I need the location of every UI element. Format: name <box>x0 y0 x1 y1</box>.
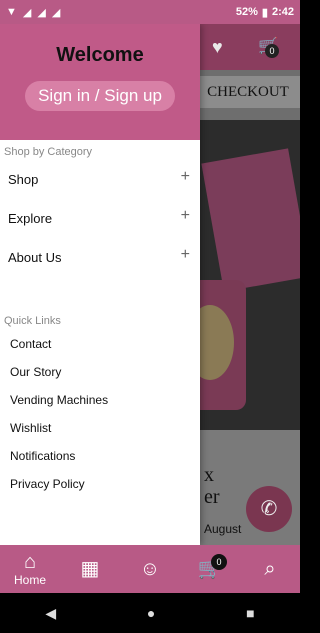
battery-text: 52% <box>235 6 258 18</box>
home-circle-icon[interactable]: ● <box>147 605 155 621</box>
tab-home-label: Home <box>13 573 46 587</box>
quick-link-privacy-policy[interactable]: Privacy Policy <box>0 471 200 499</box>
status-icons: ▼ ◢ ◢ ◢ <box>6 6 60 19</box>
tab-catalog[interactable]: ▦ <box>65 558 115 580</box>
background-title: x er <box>204 464 220 508</box>
category-label: About Us <box>8 250 62 265</box>
category-label: Shop <box>8 172 39 187</box>
category-about-us[interactable]: About Us + <box>0 236 200 275</box>
bottom-tab-bar: ⌂ Home ▦ ☺ 🛒 0 ⌕ <box>0 545 300 593</box>
drawer-header: Welcome Sign in / Sign up <box>0 24 200 140</box>
category-label: Explore <box>8 211 53 226</box>
recents-icon[interactable]: ■ <box>246 605 254 621</box>
cart-count-badge: 0 <box>265 44 279 58</box>
category-explore[interactable]: Explore + <box>0 197 200 236</box>
welcome-title: Welcome <box>56 44 144 66</box>
category-shop[interactable]: Shop + <box>0 158 200 197</box>
back-icon[interactable]: ◀ <box>45 605 56 622</box>
signal-icon-2: ◢ <box>37 6 46 19</box>
plus-icon[interactable]: + <box>181 246 190 264</box>
status-right: 52% ▮ 2:42 <box>236 6 294 19</box>
quick-link-notifications[interactable]: Notifications <box>0 443 200 471</box>
whatsapp-button[interactable]: ✆ <box>246 486 292 532</box>
whatsapp-icon: ✆ <box>260 498 278 520</box>
cart-icon: 🛒 <box>197 558 223 580</box>
background-date: August <box>204 522 242 536</box>
navigation-drawer: Welcome Sign in / Sign up Shop by Catego… <box>0 24 200 545</box>
background-title-line2: er <box>204 486 220 508</box>
system-nav-bar: ◀ ● ■ <box>0 593 300 633</box>
signal-icon: ◢ <box>22 6 32 19</box>
search-icon: ⌕ <box>264 558 276 580</box>
user-icon: ☺ <box>139 558 161 580</box>
checkout-button[interactable]: CHECKOUT <box>196 76 300 108</box>
shop-by-category-label: Shop by Category <box>4 146 93 158</box>
status-bar: ▼ ◢ ◢ ◢ 52% ▮ 2:42 <box>0 0 300 24</box>
quick-links-label: Quick Links <box>4 315 61 327</box>
time-text: 2:42 <box>271 6 294 18</box>
quick-link-contact[interactable]: Contact <box>0 331 200 359</box>
tab-account[interactable]: ☺ <box>125 558 175 580</box>
catalog-icon: ▦ <box>80 558 100 580</box>
tab-search[interactable]: ⌕ <box>245 558 295 580</box>
wifi-icon: ▼ <box>6 6 17 18</box>
signal-icon-3: ◢ <box>51 6 61 19</box>
quick-link-our-story[interactable]: Our Story <box>0 359 200 387</box>
home-icon: ⌂ <box>23 551 37 573</box>
quick-link-vending-machines[interactable]: Vending Machines <box>0 387 200 415</box>
plus-icon[interactable]: + <box>181 207 190 225</box>
product-image <box>176 120 300 430</box>
product-box <box>201 148 300 292</box>
tab-home[interactable]: ⌂ Home <box>5 551 55 587</box>
heart-icon[interactable]: ♥ <box>212 37 223 58</box>
tab-cart[interactable]: 🛒 0 <box>185 554 235 580</box>
cart-badge: 0 <box>211 554 227 570</box>
battery-icon: ▮ <box>261 6 268 19</box>
signin-button[interactable]: Sign in / Sign up <box>25 81 175 111</box>
plus-icon[interactable]: + <box>181 168 190 186</box>
background-title-line1: x <box>204 464 214 486</box>
quick-link-wishlist[interactable]: Wishlist <box>0 415 200 443</box>
